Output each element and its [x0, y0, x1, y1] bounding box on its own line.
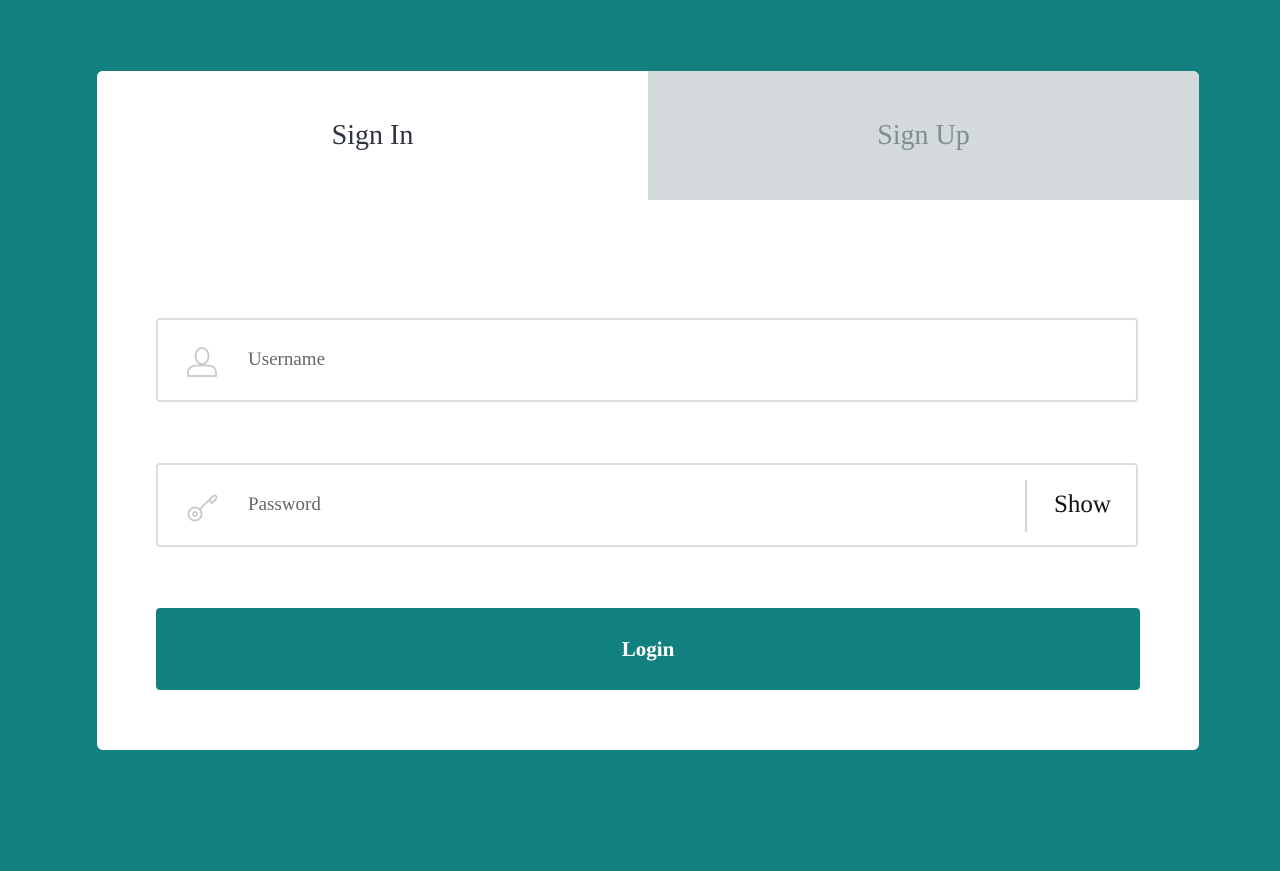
password-input[interactable] — [248, 465, 1018, 545]
auth-card: Sign In Sign Up Show Login — [97, 71, 1199, 750]
user-icon — [186, 346, 218, 378]
username-input[interactable] — [248, 320, 1118, 400]
tab-sign-up[interactable]: Sign Up — [648, 71, 1199, 200]
show-password-button[interactable]: Show — [1027, 465, 1138, 545]
login-button[interactable]: Login — [156, 608, 1140, 690]
auth-tabs: Sign In Sign Up — [97, 71, 1199, 200]
tab-sign-in[interactable]: Sign In — [97, 71, 648, 200]
key-icon — [186, 491, 218, 523]
password-field: Show — [156, 463, 1138, 547]
username-field — [156, 318, 1138, 402]
